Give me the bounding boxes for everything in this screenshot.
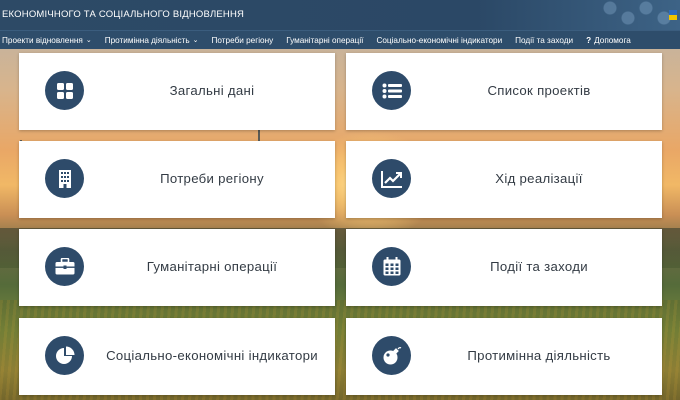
briefcase-icon [45,247,84,286]
card-events[interactable]: Події та заходи [346,229,662,306]
card-label: Події та заходи [490,259,588,274]
nav-item-humanitarian[interactable]: Гуманітарні операції [286,36,363,45]
main-nav: Проекти відновлення ⌄ Протимінна діяльніс… [0,30,680,49]
nav-item-recovery-projects[interactable]: Проекти відновлення ⌄ [2,36,92,45]
card-general-data[interactable]: Загальні дані [19,53,335,130]
nav-item-demining[interactable]: Протимінна діяльність ⌄ [105,36,199,45]
card-label: Соціально-економічні індикатори [106,348,318,363]
card-indicators[interactable]: Соціально-економічні індикатори [19,318,335,395]
grid-icon [45,71,84,110]
nav-item-events[interactable]: Події та заходи [515,36,573,45]
card-progress[interactable]: Хід реалізації [346,141,662,218]
card-label: Загальні дані [169,83,255,98]
bomb-icon [372,336,411,375]
list-icon [372,71,411,110]
card-label: Гуманітарні операції [146,259,278,274]
question-icon: ? [586,35,592,45]
card-demining[interactable]: Протимінна діяльність [346,318,662,395]
card-label: Протимінна діяльність [467,348,611,363]
chevron-down-icon: ⌄ [192,37,199,44]
nav-item-indicators[interactable]: Соціально-економічні індикатори [376,36,502,45]
site-title: ЕКОНОМІЧНОГО ТА СОЦІАЛЬНОГО ВІДНОВЛЕННЯ [2,9,245,20]
card-label: Список проектів [487,83,591,98]
calendar-icon [372,247,411,286]
pie-chart-icon [45,336,84,375]
hexagon-pattern [590,0,680,30]
card-label: Потреби регіону [160,171,264,186]
nav-item-help[interactable]: ? Допомога [586,36,631,45]
site-header: ЕКОНОМІЧНОГО ТА СОЦІАЛЬНОГО ВІДНОВЛЕННЯ [0,0,680,30]
card-project-list[interactable]: Список проектів [346,53,662,130]
nav-item-region-needs[interactable]: Потреби регіону [212,36,274,45]
trend-chart-icon [372,159,411,198]
card-humanitarian[interactable]: Гуманітарні операції [19,229,335,306]
building-icon [45,159,84,198]
card-label: Хід реалізації [495,171,583,186]
chevron-down-icon: ⌄ [85,37,92,44]
ukraine-flag-icon [669,10,677,20]
card-region-needs[interactable]: Потреби регіону [19,141,335,218]
